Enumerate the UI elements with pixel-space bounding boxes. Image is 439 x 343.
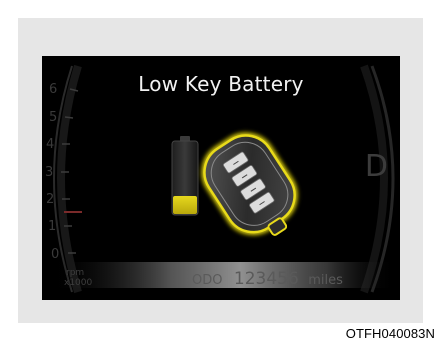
odometer-readout: ODO 123456 miles — [192, 269, 343, 289]
figure-code: OTFH040083N — [345, 326, 435, 341]
rpm-tick-3: 3 — [45, 165, 54, 180]
rpm-label: rpm — [66, 268, 85, 278]
rpm-tick-4: 4 — [46, 137, 55, 152]
rpm-unit: x1000 — [64, 278, 93, 288]
smart-key-icon — [201, 132, 298, 236]
gear-indicator: D — [364, 149, 388, 184]
warning-message: Low Key Battery — [138, 72, 304, 96]
rpm-tick-0: 0 — [51, 247, 60, 262]
odometer-unit: miles — [308, 273, 343, 288]
rpm-tick-1: 1 — [48, 219, 57, 234]
odometer-label: ODO — [192, 273, 223, 288]
instrument-cluster-display: Low Key Battery 6 5 4 3 2 1 0 rpm x1000 … — [42, 56, 400, 300]
rpm-tick-5: 5 — [49, 110, 58, 125]
battery-icon — [171, 136, 199, 216]
odometer-value: 123456 — [233, 269, 299, 289]
rpm-tick-6: 6 — [49, 82, 58, 97]
rpm-tick-2: 2 — [46, 192, 55, 207]
